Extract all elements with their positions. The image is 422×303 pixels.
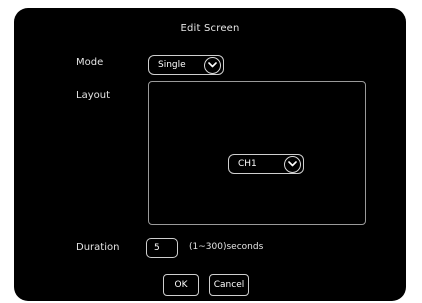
mode-label: Mode [76, 57, 104, 68]
dialog-title: Edit Screen [180, 23, 240, 34]
mode-dropdown-value: Single [158, 60, 186, 70]
cancel-button[interactable]: Cancel [209, 274, 249, 296]
channel-dropdown[interactable]: CH1 [228, 154, 304, 174]
duration-label: Duration [76, 242, 120, 253]
mode-dropdown[interactable]: Single [148, 55, 224, 75]
duration-range-hint: (1~300)seconds [189, 242, 264, 252]
ok-button[interactable]: OK [163, 274, 199, 296]
channel-dropdown-value: CH1 [238, 159, 257, 169]
edit-screen-dialog: Edit Screen Mode Single Layout CH1 Durat… [14, 8, 406, 301]
layout-label: Layout [76, 90, 110, 101]
duration-input[interactable]: 5 [146, 238, 178, 258]
chevron-down-icon[interactable] [284, 155, 301, 173]
chevron-down-icon[interactable] [204, 56, 221, 74]
layout-preview-area: CH1 [148, 81, 366, 225]
